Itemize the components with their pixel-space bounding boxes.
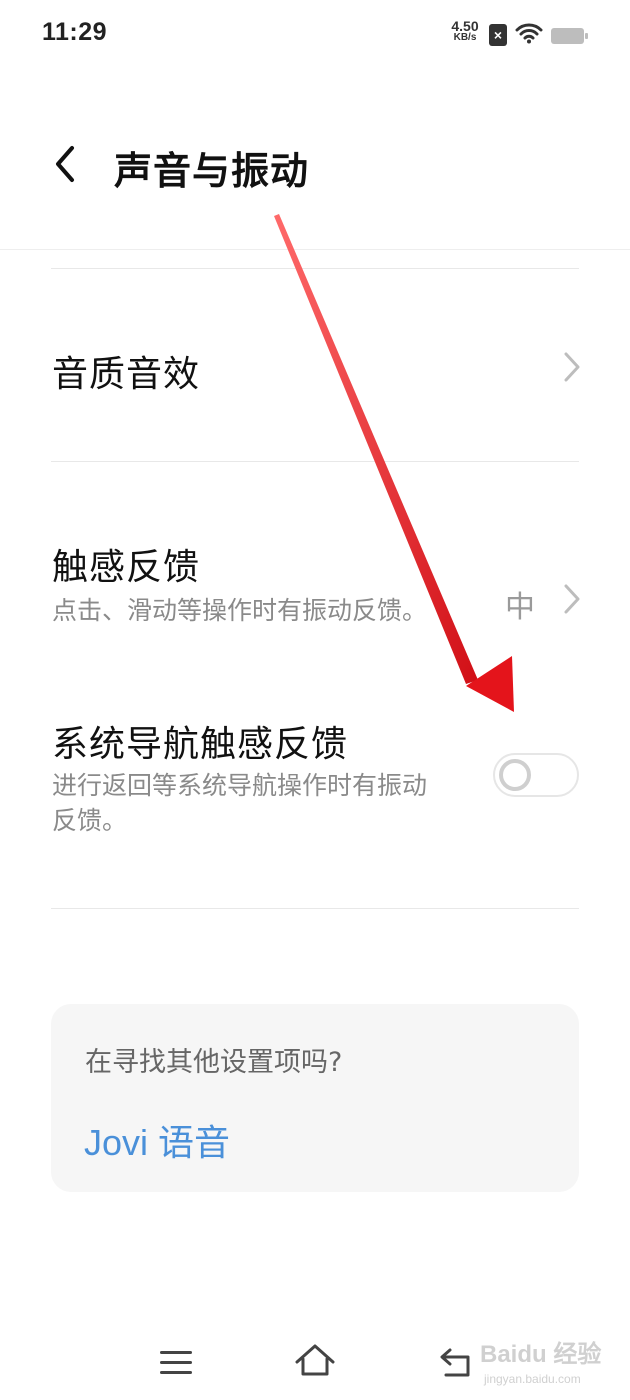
battery-icon — [551, 28, 588, 44]
haptic-feedback-value: 中 — [505, 590, 535, 625]
wifi-icon — [515, 23, 543, 44]
back-icon[interactable] — [438, 1346, 474, 1380]
nav-haptic-feedback-description: 进行返回等系统导航操作时有振动反馈。 — [52, 771, 428, 835]
network-speed: 4.50 KB/s — [447, 18, 483, 44]
chevron-right-icon — [564, 352, 580, 382]
page-header — [0, 100, 630, 250]
chevron-left-icon[interactable] — [46, 142, 86, 186]
toggle-knob — [499, 759, 531, 791]
nav-haptic-feedback-toggle[interactable] — [493, 753, 579, 797]
no-sim-icon: × — [489, 24, 507, 46]
divider — [51, 461, 579, 462]
watermark-url: jingyan.baidu.com — [484, 1372, 581, 1386]
arrow-head — [466, 656, 514, 712]
network-speed-value: 4.50 — [451, 18, 479, 34]
sound-quality-title: 音质音效 — [52, 354, 201, 395]
page-title: 声音与振动 — [114, 149, 310, 193]
suggestion-question: 在寻找其他设置项吗? — [85, 1047, 343, 1078]
suggestion-card: 在寻找其他设置项吗? Jovi 语音 — [51, 1004, 579, 1192]
chevron-right-icon — [564, 584, 580, 614]
watermark: Baidu 经验 jingyan.baidu.com — [480, 1334, 602, 1386]
divider — [51, 908, 579, 909]
haptic-feedback-title: 触感反馈 — [52, 547, 201, 588]
nav-haptic-feedback-title: 系统导航触感反馈 — [52, 724, 349, 765]
status-bar: 11:29 4.50 KB/s × — [0, 0, 630, 70]
watermark-brand: Baidu 经验 — [480, 1341, 602, 1368]
jovi-voice-link[interactable]: Jovi 语音 — [84, 1114, 230, 1166]
haptic-feedback-description: 点击、滑动等操作时有振动反馈。 — [52, 596, 428, 625]
status-time: 11:29 — [42, 18, 108, 46]
menu-icon[interactable] — [158, 1348, 194, 1378]
divider — [51, 268, 579, 269]
home-icon[interactable] — [294, 1342, 336, 1378]
